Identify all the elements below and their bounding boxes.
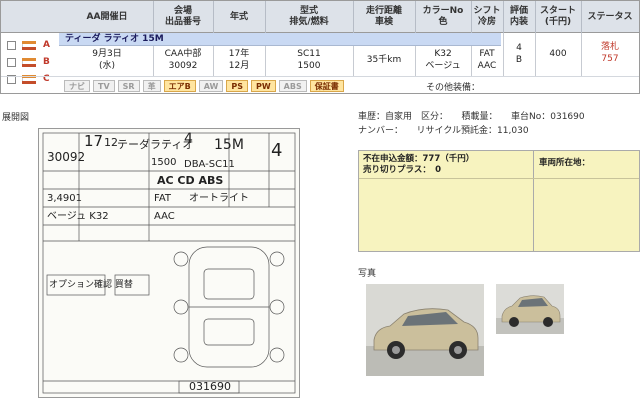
sheet-score-top: 4 [184, 131, 193, 147]
unsold-bid-label: 不在申込金額：777（千円） [363, 154, 475, 164]
header-start: スタート (千円) [539, 6, 576, 27]
status-badge: 落札 757 [600, 42, 619, 64]
auction-date: 9月3日 (水) [92, 49, 122, 71]
equipment-badge: TV [93, 80, 115, 92]
car-color: K32 ベージュ [425, 49, 461, 71]
sheet-notes: オプション確認 買替 [49, 280, 133, 290]
checkbox-b[interactable] [7, 58, 16, 67]
header-date: AA開催日 [86, 11, 128, 22]
header-year: 年式 [229, 11, 248, 22]
flag-letter-b: B [43, 57, 50, 67]
sell-plus-label: 売り切りプラス： 0 [363, 165, 441, 175]
price-box: 不在申込金額：777（千円） 売り切りプラス： 0 車両所在地： [358, 150, 640, 252]
equipment-badge: PS [226, 80, 248, 92]
car-photo-main[interactable] [366, 284, 484, 376]
flag-icon-b [22, 58, 36, 67]
sheet-lot: 30092 [47, 150, 86, 164]
sheet-equip: AC CD ABS [157, 174, 224, 187]
vehicle-info-line2: ナンバー： リサイクル預託金：11,030 [358, 126, 529, 136]
venue-lot: CAA中部 30092 [164, 49, 202, 71]
equipment-badge: PW [250, 80, 276, 92]
equipment-badge: 革 [142, 80, 161, 92]
flag-letter-a: A [43, 40, 50, 50]
vehicle-info: 車歴：自家用 区分： 積載量： 車台No：031690 ナンバー： リサイクル預… [358, 110, 640, 138]
equipment-badge: 保証書 [309, 80, 344, 92]
sheet-year: 17 [84, 132, 104, 150]
car-photo-rear[interactable] [496, 284, 564, 334]
equipment-badge: AW [198, 80, 224, 92]
start-price: 400 [549, 49, 567, 59]
sheet-name: テーダラティオ [117, 138, 194, 151]
header-status: ステータス [587, 11, 633, 22]
sheet-interior: 4 [271, 140, 283, 161]
equipment-badge: SR [117, 80, 140, 92]
equipment-row: ナビ TV SR 革エアB AW PS PW ABS 保証書 [64, 80, 344, 93]
sheet-month: 12 [104, 136, 118, 149]
header-mileage: 走行距離 車検 [365, 6, 402, 27]
header-color: カラーNo 色 [422, 6, 464, 27]
car-name[interactable]: ティーダ ラティオ 15M [65, 33, 164, 46]
header-shift: シフト 冷房 [473, 6, 501, 27]
sheet-color: ベージュ K32 [47, 211, 109, 222]
sheet-title: 展開図 [2, 113, 30, 123]
car-shift: FAT AAC [477, 49, 497, 71]
sheet-grade: 15M [214, 137, 244, 153]
equipment-badge: ABS [278, 80, 307, 92]
photos-title: 写真 [358, 269, 377, 279]
inspection-sheet[interactable]: 30092 17 12 テーダラティオ 4 15M 4 1500 DBA-SC1… [38, 128, 300, 398]
header-score: 評価 内装 [509, 6, 528, 27]
flag-icon-a [22, 41, 36, 50]
car-score: 4B [515, 43, 523, 65]
listing-table: AA開催日 会場 出品番号 年式 型式 排気/燃料 走行距離 車検 カラーNo 色 シフ… [0, 0, 640, 94]
equipment-badge: ナビ [64, 80, 90, 92]
car-name-bar[interactable]: ティーダ ラティオ 15M [59, 33, 501, 46]
sheet-model: DBA-SC11 [184, 159, 235, 170]
header-model: 型式 排気/燃料 [289, 6, 329, 27]
car-year: 17年 12月 [228, 49, 250, 71]
other-equipment-label: その他装備： [426, 83, 481, 93]
equipment-badge: エアB [163, 80, 196, 92]
sheet-mileage: 3,4901 [47, 193, 82, 204]
car-mileage: 35千km [366, 55, 402, 65]
sheet-ac: AAC [154, 211, 175, 222]
header-venue: 会場 出品番号 [164, 6, 201, 27]
location-label: 車両所在地： [539, 158, 591, 168]
checkbox-a[interactable] [7, 41, 16, 50]
sheet-light: オートライト [189, 193, 249, 204]
table-header: AA開催日 会場 出品番号 年式 型式 排気/燃料 走行距離 車検 カラーNo 色 シフ… [1, 1, 639, 33]
sheet-chassis: 031690 [189, 380, 231, 393]
sheet-cc: 1500 [151, 157, 177, 168]
sheet-shift: FAT [154, 193, 172, 204]
car-model: SC11 1500 [297, 49, 321, 71]
inspection-sheet-drawing [42, 132, 296, 394]
vehicle-info-line1: 車歴：自家用 区分： 積載量： 車台No：031690 [358, 112, 585, 122]
